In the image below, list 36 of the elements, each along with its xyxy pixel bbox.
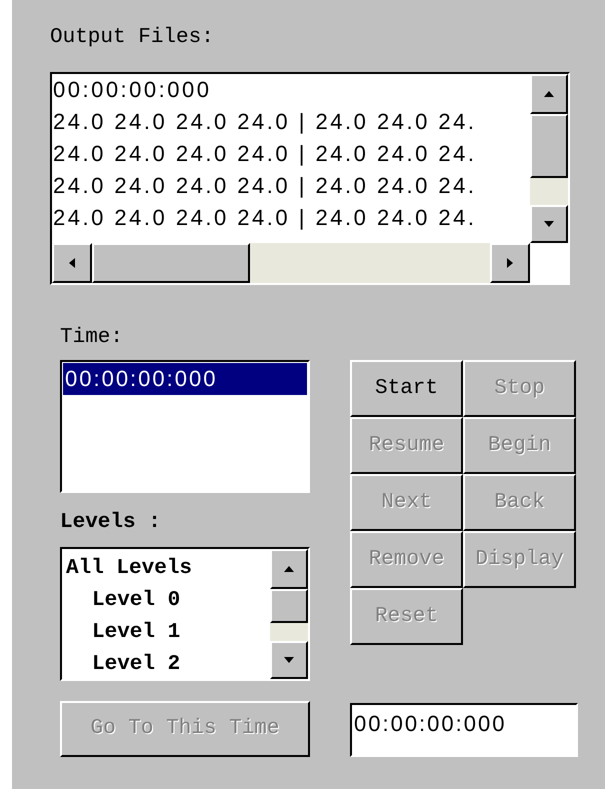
vertical-scrollbar[interactable] — [530, 74, 568, 243]
scroll-thumb[interactable] — [270, 589, 308, 623]
scroll-arrow-button[interactable] — [490, 243, 530, 283]
list-item[interactable]: 00:00:00:000 — [63, 363, 307, 395]
scroll-down-icon — [543, 219, 555, 229]
list-item[interactable]: All Levels — [66, 553, 192, 585]
scroll-down-icon — [283, 655, 295, 665]
time-list[interactable]: 00:00:00:000 — [60, 360, 310, 493]
action-button[interactable]: Start — [350, 360, 463, 417]
output-line: 24.0 24.0 24.0 24.0 | 24.0 24.0 24. — [53, 108, 476, 136]
scroll-thumb[interactable] — [92, 243, 250, 283]
scroll-up-icon — [543, 89, 555, 99]
section-label: Output Files: — [50, 25, 215, 46]
output-line: 24.0 24.0 24.0 24.0 | 24.0 24.0 24. — [53, 204, 476, 232]
list-item[interactable]: Level 2 — [92, 649, 180, 681]
scroll-arrow-button[interactable] — [530, 74, 568, 114]
scroll-arrow-button[interactable] — [530, 205, 568, 243]
scroll-arrow-button[interactable] — [52, 243, 92, 283]
section-label: Levels : — [60, 510, 162, 531]
time-field[interactable]: 00:00:00:000 — [350, 703, 578, 757]
section-label: Time: — [60, 325, 124, 346]
output-list[interactable]: 00:00:00:000 24.0 24.0 24.0 24.0 | 24.0 24.0 24. 24.0 24.0 24.0 24.0 | 24.0 24.0 24. 24.0 24.0 24.0 24.0 | 24.0 24.0 24. 24.0 24.0 24.0 24.0 | 24.0 24.0 24. — [50, 72, 570, 285]
output-line: 00:00:00:000 — [53, 76, 212, 104]
scroll-right-icon — [505, 257, 515, 269]
output-line: 24.0 24.0 24.0 24.0 | 24.0 24.0 24. — [53, 140, 476, 168]
output-line: 24.0 24.0 24.0 24.0 | 24.0 24.0 24. — [53, 172, 476, 200]
list-item[interactable]: Level 1 — [92, 617, 180, 649]
scroll-thumb[interactable] — [530, 114, 568, 178]
list-item[interactable]: Level 0 — [92, 585, 180, 617]
scroll-arrow-button[interactable] — [270, 549, 308, 589]
horizontal-scrollbar[interactable] — [52, 243, 530, 283]
levels-list[interactable]: All Levels Level 0 Level 1 Level 2 — [60, 547, 310, 681]
scroll-arrow-button[interactable] — [270, 641, 308, 679]
scroll-left-icon — [67, 257, 77, 269]
vertical-scrollbar[interactable] — [270, 549, 308, 679]
scroll-up-icon — [283, 564, 295, 574]
